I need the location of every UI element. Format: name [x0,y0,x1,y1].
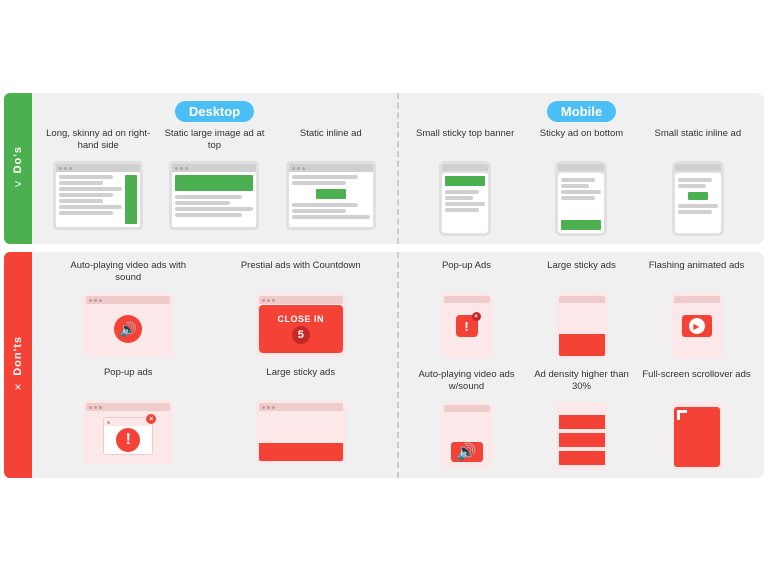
ad-item-prestial-countdown: Prestial ads with Countdown CLOSE IN 5 [241,260,361,357]
mobile-label: Mobile [547,101,616,122]
ad-item-large-sticky-mobile: Large sticky ads [524,260,639,359]
ad-label-sticky-bottom: Sticky ad on bottom [540,128,623,156]
dos-mobile-ads: Small sticky top banner [409,128,754,236]
dos-label: Do's [12,146,24,173]
flashing-play-btn: ▶ [689,318,705,334]
ad-item-popup-mobile: Pop-up Ads ! × [409,260,524,359]
mobile-mockup-sticky-bottom [555,161,607,236]
bad-desktop-prestial: CLOSE IN 5 [256,293,346,357]
mobile-mockup-small-inline [672,161,724,236]
ad-item-ad-density: Ad density higher than 30% [524,369,639,470]
donts-desktop-row2: Pop-up ads ! × [42,367,387,464]
ad-label-autoplaying-mobile: Auto-playing video ads w/sound [409,369,524,397]
ad-label-fullscreen-scrollover: Full-screen scrollover ads [642,369,750,397]
donts-desktop-content: Auto-playing video ads with sound 🔊 Pres… [42,260,387,464]
ad-right-bar [125,175,137,224]
donts-mobile-half: Pop-up Ads ! × [399,252,764,478]
bad-mobile-fullscreen [671,402,723,470]
ad-inline-center [316,189,346,199]
dos-desktop-half: Desktop Long, skinny ad on right-hand si… [32,93,399,244]
ad-item-long-skinny: Long, skinny ad on right-hand side [42,128,154,230]
bad-desktop-autoplaying: 🔊 [83,293,173,357]
ad-label-large-sticky-mobile: Large sticky ads [547,260,616,288]
close-in-box: CLOSE IN 5 [259,305,343,353]
donts-desktop-half: Auto-playing video ads with sound 🔊 Pres… [32,252,399,478]
dos-content: Desktop Long, skinny ad on right-hand si… [32,93,764,244]
flashing-overlay: ▶ [674,296,720,356]
flashing-center-box: ▶ [682,315,712,337]
ad-label-static-large: Static large image ad at top [158,128,270,156]
desktop-label-row: Desktop [42,101,387,122]
donts-desktop-row1: Auto-playing video ads with sound 🔊 Pres… [42,260,387,357]
bad-mobile-autoplaying: 🔊 [441,402,493,468]
donts-section: Don'ts × Auto-playing video ads with sou… [4,252,764,478]
ad-label-ad-density: Ad density higher than 30% [524,369,639,397]
ad-item-popup-desktop: Pop-up ads ! × [68,367,188,464]
donts-mobile-row2: Auto-playing video ads w/sound 🔊 Ad dens… [409,369,754,470]
desktop-label: Desktop [175,101,254,122]
ad-item-autoplaying-mobile: Auto-playing video ads w/sound 🔊 [409,369,524,468]
large-sticky-mobile-bar [559,334,605,356]
ad-item-static-inline: Static inline ad [275,128,387,230]
ad-item-static-large: Static large image ad at top [158,128,270,230]
alert-icon: ! [114,426,142,454]
ad-item-small-static-inline: Small static inline ad [642,128,754,236]
ad-label-prestial-countdown: Prestial ads with Countdown [241,260,361,288]
ad-item-flashing-animated: Flashing animated ads ▶ [639,260,754,359]
bad-mobile-large-sticky [556,293,608,359]
close-popup-btn: × [146,414,156,424]
desktop-mockup-long-skinny [53,161,143,230]
desktop-mockup-static-large [169,161,259,230]
dos-desktop-ads: Long, skinny ad on right-hand side [42,128,387,230]
desktop-mockup-static-inline [286,161,376,230]
dos-icon: > [14,177,21,191]
donts-icon: × [14,380,21,394]
bad-mobile-flashing: ▶ [671,293,723,359]
popup-window: ! × [103,417,153,455]
fullscreen-corner-icon [677,410,687,420]
close-in-number: 5 [292,326,310,344]
ad-label-long-skinny: Long, skinny ad on right-hand side [42,128,154,156]
large-sticky-bar [259,443,343,461]
mobile-label-row: Mobile [409,101,754,122]
donts-mobile-content: Pop-up Ads ! × [409,260,754,470]
popup-mobile-icon: ! × [456,315,478,337]
bad-mobile-popup: ! × [441,293,493,359]
ad-top-banner [175,175,253,191]
ad-label-flashing-animated: Flashing animated ads [649,260,745,288]
video-play-btn: 🔊 [114,315,142,343]
ad-mobile-top [445,176,485,186]
ad-item-fullscreen-scrollover: Full-screen scrollover ads [639,369,754,470]
donts-content: Auto-playing video ads with sound 🔊 Pres… [32,252,764,478]
ad-label-popup-mobile: Pop-up Ads [442,260,491,288]
large-sticky-desktop-mockup [256,400,346,464]
ad-item-small-sticky-top: Small sticky top banner [409,128,521,236]
dos-section: Do's > Desktop Long, skinny ad on right-… [4,93,764,244]
main-container: Do's > Desktop Long, skinny ad on right-… [4,93,764,478]
dos-mobile-half: Mobile Small sticky top banner [399,93,764,244]
mobile-mockup-sticky-top [439,161,491,236]
donts-tab: Don'ts × [4,252,32,478]
close-in-text: CLOSE IN [277,314,324,324]
dos-tab: Do's > [4,93,32,244]
autoplay-mobile-icon: 🔊 [451,442,483,462]
ad-label-autoplaying-video: Auto-playing video ads with sound [68,260,188,288]
popup-desktop-bad: ! × [83,400,173,464]
bad-mobile-density [556,402,608,470]
donts-label: Don'ts [12,336,24,376]
popup-close: × [472,312,481,321]
ad-item-sticky-bottom: Sticky ad on bottom [525,128,637,236]
ad-label-popup-desktop: Pop-up ads [104,367,153,395]
ad-label-large-sticky-desktop: Large sticky ads [266,367,335,395]
ad-label-small-static-inline: Small static inline ad [655,128,742,156]
ad-mobile-inline [688,192,708,200]
ad-item-autoplaying-video: Auto-playing video ads with sound 🔊 [68,260,188,357]
ad-mobile-bottom [561,220,601,230]
ad-label-static-inline: Static inline ad [300,128,362,156]
ad-item-large-sticky-desktop: Large sticky ads [241,367,361,464]
donts-mobile-row1: Pop-up Ads ! × [409,260,754,359]
ad-label-small-sticky-top: Small sticky top banner [416,128,514,156]
